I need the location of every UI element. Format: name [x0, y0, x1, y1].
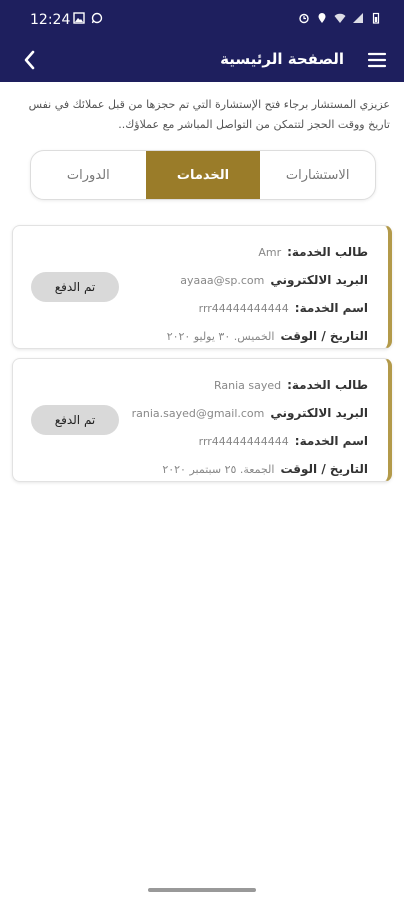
datetime-label: التاريخ / الوقت	[280, 462, 368, 476]
datetime-row: التاريخ / الوقت الخميس. ٣٠ يوليو ٢٠٢٠	[167, 322, 368, 350]
email-row: البريد الالكتروني rania.sayed@gmail.com	[132, 399, 368, 427]
status-time: 12:24	[30, 12, 71, 28]
card-details: طالب الخدمة: Rania sayed البريد الالكترو…	[132, 371, 368, 483]
gesture-nav-handle[interactable]	[148, 888, 256, 892]
email-label: البريد الالكتروني	[270, 406, 368, 420]
requester-label: طالب الخدمة:	[287, 245, 368, 259]
service-value: rrr44444444444	[198, 434, 289, 448]
datetime-value: الخميس. ٣٠ يوليو ٢٠٢٠	[166, 329, 275, 343]
intro-text: عزيزي المستشار برجاء فتح الإستشارة التي …	[28, 98, 390, 131]
requester-value: Amr	[258, 245, 282, 259]
signal-icon	[353, 13, 363, 23]
service-row: اسم الخدمة: rrr44444444444	[167, 294, 368, 322]
app-bar: الصفحة الرئيسية	[0, 40, 404, 82]
card-details: طالب الخدمة: Amr البريد الالكتروني ayaaa…	[167, 238, 368, 350]
tab-consultations[interactable]: الاستشارات	[260, 151, 375, 199]
requester-label: طالب الخدمة:	[287, 378, 368, 392]
paid-status-button[interactable]: تم الدفع	[31, 272, 119, 302]
tabs: الاستشارات الخدمات الدورات	[30, 150, 376, 200]
status-left-icons	[73, 12, 103, 24]
requester-value: Rania sayed	[213, 378, 282, 392]
tab-courses[interactable]: الدورات	[31, 151, 146, 199]
service-card[interactable]: طالب الخدمة: Rania sayed البريد الالكترو…	[12, 358, 392, 482]
tab-services[interactable]: الخدمات	[145, 151, 261, 199]
status-right-icons	[298, 12, 382, 24]
email-value: rania.sayed@gmail.com	[131, 406, 265, 420]
service-row: اسم الخدمة: rrr44444444444	[132, 427, 368, 455]
email-value: ayaaa@sp.com	[180, 273, 265, 287]
wifi-icon	[334, 13, 346, 23]
service-label: اسم الخدمة:	[294, 434, 368, 448]
alarm-icon	[299, 13, 309, 24]
menu-icon[interactable]	[366, 49, 388, 71]
service-card[interactable]: طالب الخدمة: Amr البريد الالكتروني ayaaa…	[12, 225, 392, 349]
paid-status-button[interactable]: تم الدفع	[31, 405, 119, 435]
service-label: اسم الخدمة:	[294, 301, 368, 315]
requester-row: طالب الخدمة: Amr	[167, 238, 368, 266]
location-icon	[318, 13, 326, 23]
service-value: rrr44444444444	[198, 301, 289, 315]
page-title: الصفحة الرئيسية	[220, 50, 344, 68]
image-icon	[73, 12, 85, 24]
email-row: البريد الالكتروني ayaaa@sp.com	[167, 266, 368, 294]
datetime-value: الجمعة. ٢٥ سبتمبر ٢٠٢٠	[162, 462, 275, 476]
whatsapp-icon	[91, 12, 103, 24]
status-bar: 12:24	[0, 0, 404, 40]
datetime-label: التاريخ / الوقت	[280, 329, 368, 343]
requester-row: طالب الخدمة: Rania sayed	[132, 371, 368, 399]
battery-icon	[372, 12, 380, 24]
datetime-row: التاريخ / الوقت الجمعة. ٢٥ سبتمبر ٢٠٢٠	[132, 455, 368, 483]
email-label: البريد الالكتروني	[270, 273, 368, 287]
back-arrow-icon[interactable]	[18, 48, 42, 72]
